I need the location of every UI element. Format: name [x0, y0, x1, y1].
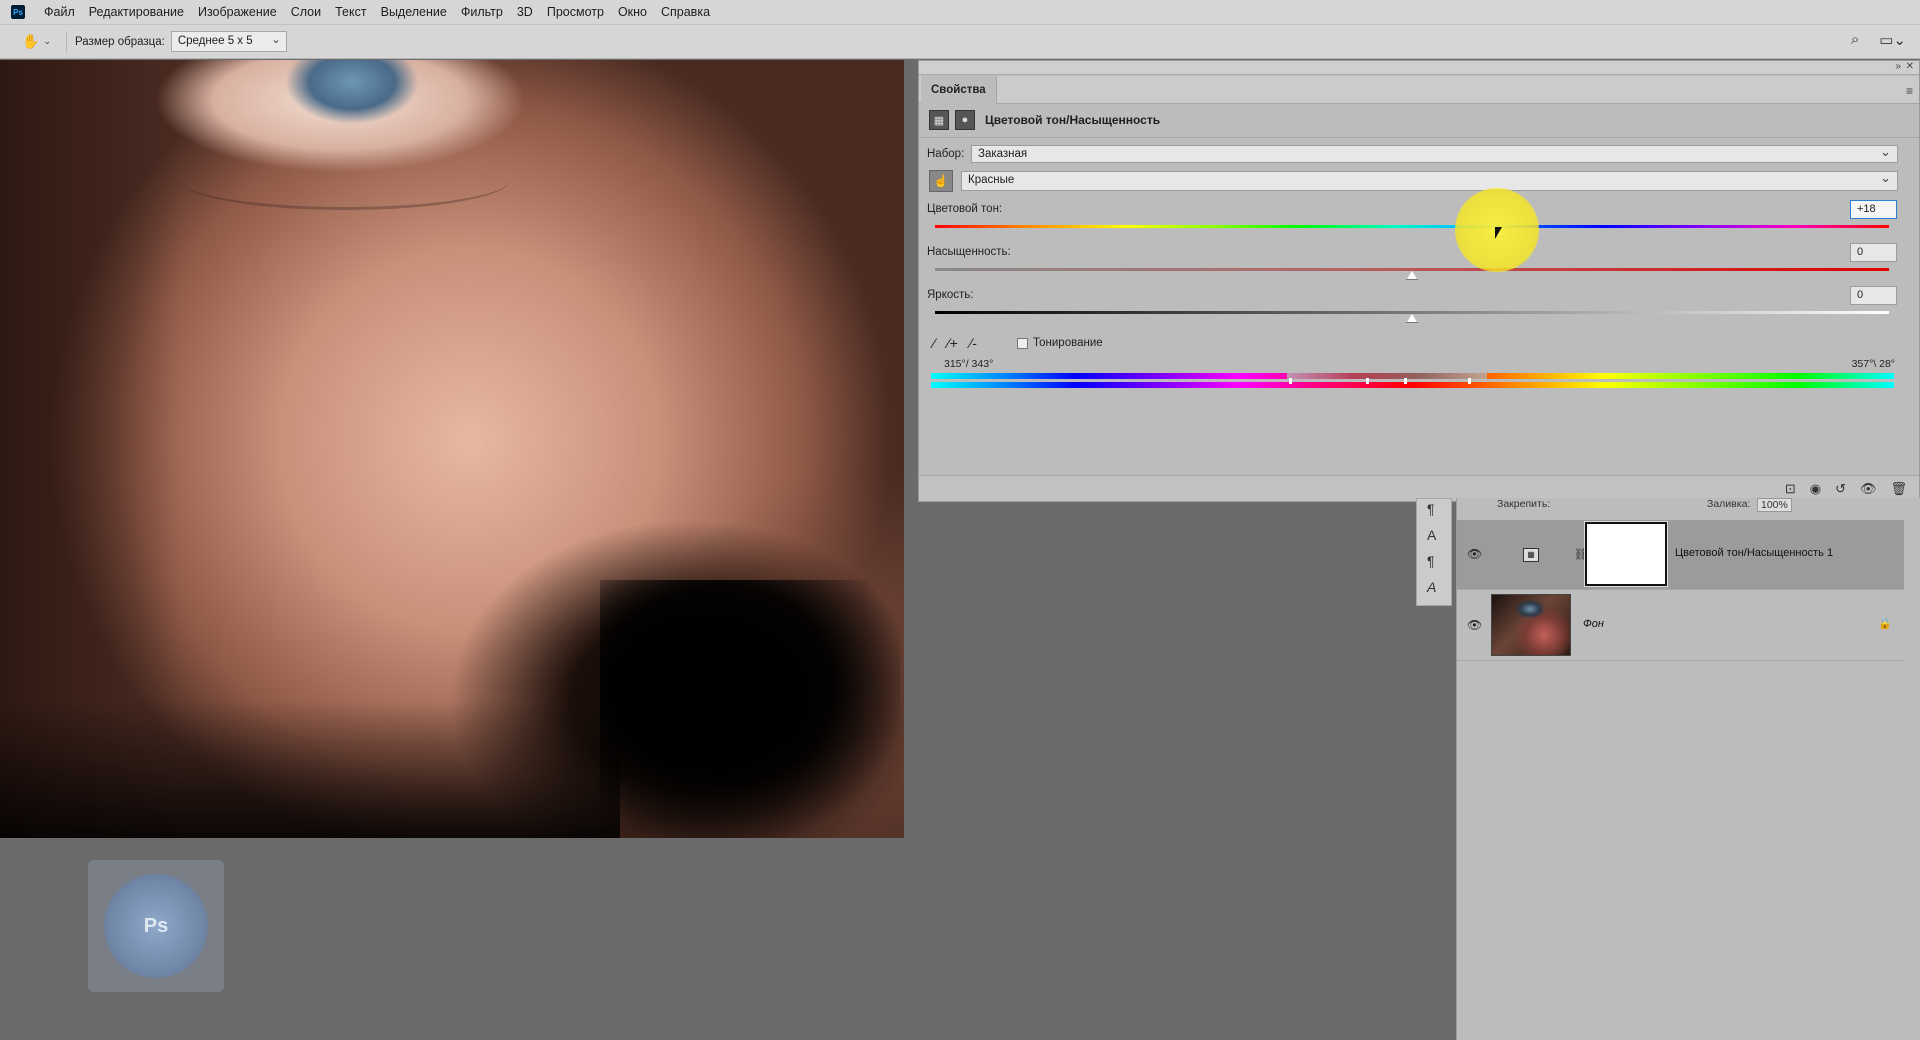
- color-range-bar-top: [931, 373, 1894, 379]
- hue-label: Цветовой тон:: [927, 203, 1003, 215]
- panel-menu-icon[interactable]: ≡: [1906, 84, 1913, 98]
- layer-name[interactable]: Фон: [1583, 618, 1604, 630]
- layer-name[interactable]: Цветовой тон/Насыщенность 1: [1675, 547, 1833, 559]
- options-bar: ✋⌄ Размер образца: Среднее 5 х 5 ⌕ ▭⌄: [0, 24, 1920, 59]
- chevron-down-icon: ⌄: [43, 36, 51, 46]
- nose-shadow: [600, 580, 900, 838]
- lightness-slider-thumb[interactable]: [1406, 314, 1418, 323]
- channel-dropdown[interactable]: Красные: [961, 170, 1898, 191]
- colorize-label: Тонирование: [1033, 337, 1103, 349]
- mouse-cursor-icon: [1495, 227, 1502, 239]
- range-right-value: 357°\ 28°: [1851, 358, 1895, 370]
- preset-label: Набор:: [927, 148, 965, 160]
- menu-window[interactable]: Окно: [611, 5, 654, 19]
- preset-dropdown[interactable]: Заказная: [971, 144, 1898, 163]
- workspace-icon[interactable]: ▭⌄: [1879, 31, 1906, 49]
- hand-icon: ✋: [22, 33, 40, 49]
- trash-icon[interactable]: 🗑: [1890, 481, 1907, 497]
- paragraph-styles-icon[interactable]: ¶: [1427, 553, 1435, 569]
- properties-panel: » ✕ Свойства ≡ ▦ ● Цветовой тон/Насыщенн…: [918, 60, 1920, 502]
- lock-row: Закрепить: Заливка: 100%: [1457, 498, 1920, 514]
- range-handle-inner-right[interactable]: [1404, 378, 1407, 384]
- options-right-icons: ⌕ ▭⌄: [1851, 31, 1906, 49]
- layer-thumbnail[interactable]: [1491, 594, 1571, 656]
- sample-size-select[interactable]: Среднее 5 х 5: [170, 31, 287, 52]
- properties-title: Цветовой тон/Насыщенность: [985, 113, 1161, 127]
- panel-top-strip: » ✕: [919, 61, 1919, 75]
- range-handle-inner-left[interactable]: [1366, 378, 1369, 384]
- photoshop-logo: Ps: [11, 5, 25, 19]
- side-dock: ¶ A ¶ A: [1416, 498, 1452, 606]
- clip-to-layer-icon[interactable]: ⊡: [1785, 481, 1796, 497]
- view-previous-icon[interactable]: ◉: [1810, 481, 1821, 497]
- hue-input[interactable]: +18: [1850, 200, 1897, 219]
- menu-3d[interactable]: 3D: [510, 5, 540, 19]
- eye-icon[interactable]: 👁: [1467, 618, 1482, 632]
- eyedropper-icon[interactable]: ⁄: [933, 335, 935, 351]
- reset-icon[interactable]: ↺: [1835, 481, 1846, 497]
- glyphs-icon[interactable]: A: [1427, 579, 1436, 595]
- character-icon[interactable]: A: [1427, 527, 1436, 543]
- eye-icon[interactable]: 👁: [1467, 547, 1482, 561]
- menu-file[interactable]: Файл: [37, 5, 82, 19]
- document-canvas[interactable]: [0, 60, 904, 838]
- menu-help[interactable]: Справка: [654, 5, 717, 19]
- colorize-option[interactable]: Тонирование: [1017, 337, 1103, 349]
- footer-icons: ⊡ ◉ ↺ 👁 🗑: [1785, 481, 1907, 497]
- watermark-logo: Ps: [88, 860, 224, 992]
- tool-preset-picker[interactable]: ✋ ⌄: [22, 30, 58, 54]
- properties-tab-row: [919, 76, 1919, 104]
- menu-edit[interactable]: Редактирование: [82, 5, 191, 19]
- layer-mask-thumbnail[interactable]: [1584, 521, 1668, 587]
- saturation-slider-thumb[interactable]: [1406, 271, 1418, 280]
- paragraph-icon[interactable]: ¶: [1427, 501, 1435, 517]
- lightness-label: Яркость:: [927, 289, 974, 301]
- eye-lash-line: [180, 150, 510, 210]
- layer-row[interactable]: 👁 Фон 🔒: [1457, 591, 1904, 661]
- menu-filter[interactable]: Фильтр: [454, 5, 510, 19]
- saturation-input[interactable]: 0: [1850, 243, 1897, 262]
- targeted-adjustment-tool[interactable]: ☝: [929, 170, 953, 192]
- sample-size-label: Размер образца:: [75, 35, 165, 48]
- range-mask: [1287, 373, 1487, 379]
- properties-header: ▦ ● Цветовой тон/Насыщенность: [929, 110, 1160, 130]
- range-left-value: 315°/ 343°: [944, 358, 994, 370]
- visibility-icon[interactable]: 👁: [1860, 481, 1877, 497]
- color-range-bar-bottom: [931, 382, 1894, 388]
- fill-label: Заливка:: [1707, 498, 1751, 510]
- layer-row[interactable]: 👁 ▦ ⛓ Цветовой тон/Насыщенность 1: [1457, 520, 1904, 590]
- range-handle-outer-left[interactable]: [1289, 378, 1292, 384]
- collapse-icon[interactable]: »: [1895, 61, 1901, 72]
- adjustment-layer-icon: ▦: [1523, 548, 1539, 562]
- search-icon[interactable]: ⌕: [1851, 31, 1859, 49]
- divider: [919, 137, 1919, 138]
- mask-icon[interactable]: ●: [955, 110, 975, 130]
- colorize-checkbox[interactable]: [1017, 337, 1028, 349]
- divider: [66, 30, 67, 53]
- canvas-bottom-shadow: [0, 700, 620, 838]
- lightness-input[interactable]: 0: [1850, 286, 1897, 305]
- menu-view[interactable]: Просмотр: [540, 5, 611, 19]
- lock-label: Закрепить:: [1497, 498, 1551, 510]
- lock-icon: 🔒: [1878, 618, 1892, 630]
- layers-panel: Закрепить: Заливка: 100% 👁 ▦ ⛓ Цветовой …: [1456, 498, 1920, 1040]
- tab-properties[interactable]: Свойства: [921, 76, 997, 104]
- close-icon[interactable]: ✕: [1906, 61, 1914, 72]
- fill-input[interactable]: 100%: [1757, 498, 1792, 512]
- menu-layers[interactable]: Слои: [284, 5, 328, 19]
- eyedropper-plus-icon[interactable]: ⁄+: [947, 335, 958, 351]
- range-handle-outer-right[interactable]: [1468, 378, 1471, 384]
- menu-bar: Ps Файл Редактирование Изображение Слои …: [0, 0, 1920, 24]
- menu-image[interactable]: Изображение: [191, 5, 284, 19]
- eyedropper-group: ⁄ ⁄+ ⁄-: [933, 335, 977, 351]
- hue-slider-track[interactable]: [935, 225, 1889, 228]
- menu-select[interactable]: Выделение: [374, 5, 454, 19]
- eyedropper-minus-icon[interactable]: ⁄-: [970, 335, 977, 351]
- adjustment-icon[interactable]: ▦: [929, 110, 949, 130]
- saturation-label: Насыщенность:: [927, 246, 1011, 258]
- menu-type[interactable]: Текст: [328, 5, 373, 19]
- watermark-ps-icon: Ps: [104, 874, 208, 978]
